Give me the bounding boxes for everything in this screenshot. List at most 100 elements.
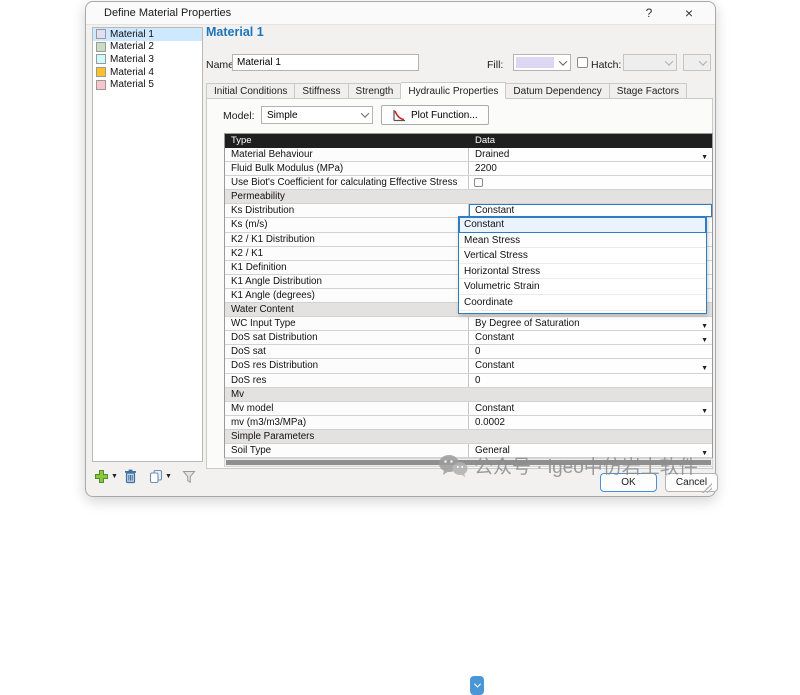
tab-initial-conditions[interactable]: Initial Conditions (206, 83, 295, 99)
material-color-swatch (96, 80, 106, 90)
property-name-cell: Mv model (225, 402, 469, 415)
tab-strength[interactable]: Strength (349, 83, 402, 99)
tab-hydraulic-properties[interactable]: Hydraulic Properties (401, 82, 506, 99)
filter-icon (182, 470, 196, 484)
property-row: Soil TypeGeneral▼ (225, 444, 712, 458)
biot-coefficient-checkbox[interactable] (474, 178, 483, 187)
property-name-cell: DoS res (225, 374, 469, 387)
section-label: Simple Parameters (225, 430, 712, 443)
filter-material-button[interactable] (182, 470, 196, 484)
property-value-cell[interactable]: Constant▼ (469, 331, 712, 344)
dropdown-option[interactable]: Horizontal Stress (459, 264, 706, 280)
chevron-down-icon[interactable] (470, 676, 484, 695)
material-name-label: Material 4 (110, 67, 154, 78)
horizontal-scrollbar[interactable] (224, 458, 713, 467)
property-value-cell[interactable]: 2200 (469, 162, 712, 175)
material-name-label: Material 3 (110, 54, 154, 65)
property-value: Constant (475, 403, 514, 414)
resize-grip[interactable] (702, 483, 712, 493)
fill-label: Fill: (487, 59, 503, 71)
property-tabs: Initial ConditionsStiffnessStrengthHydra… (206, 82, 687, 99)
material-name-input[interactable] (232, 54, 419, 71)
model-select[interactable]: Simple (261, 106, 373, 124)
property-value-cell[interactable]: Constant▼ (469, 359, 712, 372)
chevron-down-icon (358, 112, 372, 118)
plot-function-button[interactable]: Plot Function... (381, 105, 489, 125)
property-row: WC Input TypeBy Degree of Saturation▼ (225, 317, 712, 331)
add-material-caret-icon[interactable]: ▼ (111, 473, 118, 480)
fill-color-select[interactable] (513, 54, 571, 71)
copy-material-button[interactable]: ▼ (149, 469, 172, 484)
fill-color-swatch (516, 57, 554, 68)
property-value: 2200 (475, 163, 497, 174)
material-list-item[interactable]: Material 2 (93, 41, 202, 54)
property-value-cell[interactable]: 0 (469, 374, 712, 387)
property-value: Drained (475, 149, 509, 160)
property-value-cell[interactable]: Constant▼ (469, 402, 712, 415)
property-row: Mv modelConstant▼ (225, 402, 712, 416)
dropdown-option[interactable]: Coordinate (459, 295, 706, 311)
property-row: Use Biot's Coefficient for calculating E… (225, 176, 712, 190)
ks-distribution-dropdown-list: ConstantMean StressVertical StressHorizo… (458, 216, 707, 314)
property-value: By Degree of Saturation (475, 318, 580, 329)
material-toolbar: ▼ ▼ (94, 469, 196, 484)
property-row: DoS res 0 (225, 374, 712, 388)
title-bar: Define Material Properties ? × (86, 2, 715, 25)
tab-datum-dependency[interactable]: Datum Dependency (506, 83, 609, 99)
property-name-cell: Material Behaviour (225, 148, 469, 161)
property-value: Constant (475, 332, 514, 343)
add-material-button[interactable]: ▼ (94, 469, 118, 484)
ok-button[interactable]: OK (600, 473, 657, 492)
property-row: Fluid Bulk Modulus (MPa) 2200 (225, 162, 712, 176)
material-list-item[interactable]: Material 1 (93, 28, 202, 41)
property-value-cell[interactable] (469, 176, 712, 189)
dialog-title: Define Material Properties (104, 7, 231, 19)
delete-material-icon (124, 469, 137, 484)
property-row: DoS sat0 (225, 345, 712, 359)
property-name-cell: Ks Distribution (225, 204, 469, 217)
material-list-item[interactable]: Material 4 (93, 66, 202, 79)
property-value: 0.0002 (475, 417, 505, 428)
tab-stage-factors[interactable]: Stage Factors (610, 83, 687, 99)
combobox-value: Constant (470, 205, 711, 216)
model-select-value: Simple (262, 110, 358, 121)
property-value-cell[interactable]: Drained▼ (469, 148, 712, 161)
property-name-cell: Ks (m/s) (225, 218, 469, 231)
plot-function-label: Plot Function... (411, 110, 478, 121)
copy-material-caret-icon[interactable]: ▼ (165, 473, 172, 480)
dropdown-option[interactable]: Constant (459, 217, 706, 233)
hatch-color-select (683, 54, 711, 71)
property-name-cell: DoS sat Distribution (225, 331, 469, 344)
help-button[interactable]: ? (635, 4, 663, 23)
add-material-icon (94, 469, 109, 484)
material-name-label: Material 1 (110, 29, 154, 40)
material-color-swatch (96, 54, 106, 64)
material-list-item[interactable]: Material 5 (93, 78, 202, 91)
scrollbar-thumb[interactable] (226, 460, 711, 465)
table-header-data: Data (469, 134, 712, 148)
material-color-swatch (96, 67, 106, 77)
copy-material-icon (149, 469, 163, 484)
dropdown-option[interactable]: Mean Stress (459, 233, 706, 249)
chevron-down-icon (662, 55, 676, 70)
property-value: 0 (475, 346, 480, 357)
material-list-item[interactable]: Material 3 (93, 53, 202, 66)
property-value-cell[interactable]: 0.0002 (469, 416, 712, 429)
close-button[interactable]: × (675, 4, 703, 23)
property-value: 0 (475, 375, 480, 386)
material-color-swatch (96, 42, 106, 52)
property-section-row: Mv (225, 388, 712, 402)
property-row: Material BehaviourDrained▼ (225, 148, 712, 162)
tab-stiffness[interactable]: Stiffness (295, 83, 348, 99)
property-value-cell[interactable]: General▼ (469, 444, 712, 457)
dropdown-option[interactable]: Volumetric Strain (459, 279, 706, 295)
property-name-cell: Fluid Bulk Modulus (MPa) (225, 162, 469, 175)
delete-material-button[interactable] (124, 469, 137, 484)
dropdown-option[interactable]: Vertical Stress (459, 248, 706, 264)
property-section-row: Permeability (225, 190, 712, 204)
property-row: DoS sat DistributionConstant▼ (225, 331, 712, 345)
property-name-cell: WC Input Type (225, 317, 469, 330)
hatch-checkbox[interactable] (577, 57, 588, 68)
property-value-cell[interactable]: By Degree of Saturation▼ (469, 317, 712, 330)
property-value-cell[interactable]: 0 (469, 345, 712, 358)
